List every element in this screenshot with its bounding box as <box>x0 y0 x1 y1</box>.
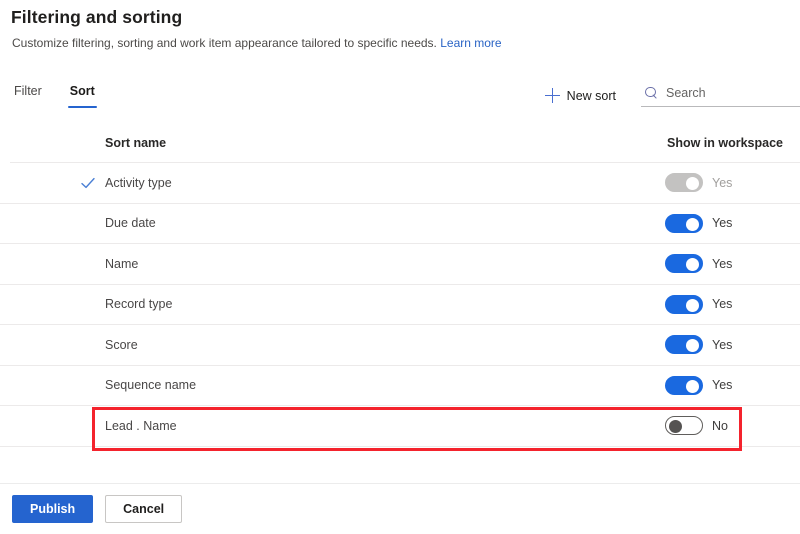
show-in-workspace-cell: Yes <box>665 375 733 395</box>
tab-filter[interactable]: Filter <box>12 82 44 108</box>
show-in-workspace-toggle[interactable] <box>665 213 703 233</box>
toggle-state-label: Yes <box>712 216 733 231</box>
page-subtitle-text: Customize filtering, sorting and work it… <box>12 36 437 50</box>
command-bar: New sort <box>543 84 800 107</box>
toggle-knob <box>686 339 699 353</box>
show-in-workspace-cell: Yes <box>665 213 733 233</box>
column-header-sort-name: Sort name <box>105 136 167 150</box>
page-subtitle: Customize filtering, sorting and work it… <box>12 36 502 50</box>
sort-table: Sort name Show in workspace Activity typ… <box>0 126 800 447</box>
toggle-knob <box>686 298 699 312</box>
row-label: Due date <box>105 216 156 231</box>
toggle-state-label: Yes <box>712 256 733 271</box>
checkmark-icon <box>80 175 96 191</box>
show-in-workspace-cell: Yes <box>665 335 733 355</box>
show-in-workspace-toggle[interactable] <box>665 375 703 395</box>
footer-actions: Publish Cancel <box>12 495 183 523</box>
toggle-state-label: Yes <box>712 337 733 352</box>
show-in-workspace-cell: No <box>665 416 728 436</box>
page-title: Filtering and sorting <box>11 7 183 27</box>
toggle-knob <box>686 258 699 272</box>
learn-more-link[interactable]: Learn more <box>440 36 501 50</box>
table-header: Sort name Show in workspace <box>0 126 800 163</box>
show-in-workspace-cell: Yes <box>665 294 733 314</box>
table-row[interactable]: Score Yes <box>0 325 800 366</box>
row-label: Lead . Name <box>105 418 177 433</box>
table-row[interactable]: Due date Yes <box>0 204 800 244</box>
row-label: Name <box>105 256 139 271</box>
toggle-state-label: Yes <box>712 378 733 393</box>
table-row[interactable]: Sequence name Yes <box>0 366 800 406</box>
footer-divider <box>0 483 800 484</box>
show-in-workspace-cell: Yes <box>665 173 733 193</box>
search-icon <box>645 86 658 100</box>
toggle-knob <box>686 379 699 393</box>
toggle-state-label: Yes <box>712 175 733 190</box>
tab-bar: Filter Sort <box>12 82 97 108</box>
publish-button[interactable]: Publish <box>12 495 94 523</box>
plus-icon <box>544 88 560 103</box>
show-in-workspace-cell: Yes <box>665 254 733 274</box>
row-label: Activity type <box>105 175 172 190</box>
column-header-show-in-workspace: Show in workspace <box>667 136 784 150</box>
search-input[interactable] <box>666 86 791 100</box>
table-row[interactable]: Record type Yes <box>0 285 800 325</box>
show-in-workspace-toggle[interactable] <box>665 335 703 355</box>
table-row[interactable]: Lead . Name No <box>0 406 800 447</box>
row-label: Sequence name <box>105 378 197 393</box>
filtering-and-sorting-page: Filtering and sorting Customize filterin… <box>0 0 800 534</box>
show-in-workspace-toggle[interactable] <box>665 294 703 314</box>
table-body: Activity type Yes Due date Yes Name Yes Record… <box>0 163 800 447</box>
table-row[interactable]: Name Yes <box>0 244 800 285</box>
table-row[interactable]: Activity type Yes <box>0 163 800 204</box>
show-in-workspace-toggle[interactable] <box>665 416 703 436</box>
toggle-knob <box>669 420 682 434</box>
show-in-workspace-toggle <box>665 173 703 193</box>
new-sort-label: New sort <box>566 88 616 103</box>
toggle-state-label: Yes <box>712 297 733 312</box>
cancel-button[interactable]: Cancel <box>105 495 183 523</box>
show-in-workspace-toggle[interactable] <box>665 254 703 274</box>
row-label: Score <box>105 337 138 352</box>
new-sort-button[interactable]: New sort <box>543 84 622 107</box>
tab-sort[interactable]: Sort <box>67 82 97 108</box>
search-box[interactable] <box>641 84 800 107</box>
toggle-state-label: No <box>712 418 728 433</box>
toggle-knob <box>686 217 699 231</box>
toggle-knob <box>686 177 699 191</box>
row-label: Record type <box>105 297 173 312</box>
